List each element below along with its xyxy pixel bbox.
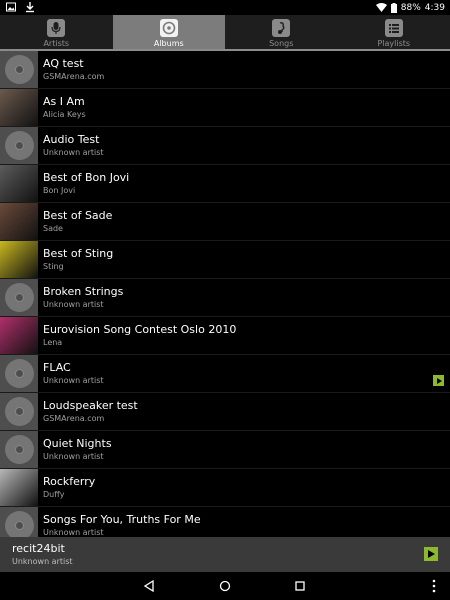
album-title: Loudspeaker test — [43, 399, 138, 412]
album-title: Quiet Nights — [43, 437, 112, 450]
album-text: Broken Strings Unknown artist — [43, 285, 123, 310]
album-title: AQ test — [43, 57, 84, 70]
album-artist: Alicia Keys — [43, 110, 86, 119]
album-row[interactable]: Audio Test Unknown artist — [0, 127, 450, 165]
album-text: Audio Test Unknown artist — [43, 133, 104, 158]
album-placeholder-icon — [0, 279, 38, 316]
album-row[interactable]: Songs For You, Truths For Me Unknown arti… — [0, 507, 450, 537]
album-row[interactable]: As I Am Alicia Keys — [0, 89, 450, 127]
album-row[interactable]: Broken Strings Unknown artist — [0, 279, 450, 317]
album-text: Best of Bon Jovi Bon Jovi — [43, 171, 129, 196]
album-placeholder-icon — [0, 393, 38, 430]
overflow-menu-icon[interactable] — [426, 578, 442, 594]
album-list[interactable]: AQ test GSMArena.com As I Am Alicia Keys Aud… — [0, 51, 450, 537]
album-title: As I Am — [43, 95, 85, 108]
microphone-icon — [47, 19, 66, 37]
album-text: Loudspeaker test GSMArena.com — [43, 399, 138, 424]
album-text: Best of Sade Sade — [43, 209, 112, 234]
album-placeholder-icon — [0, 355, 38, 392]
album-artist: Bon Jovi — [43, 186, 76, 195]
tab-albums[interactable]: Albums — [112, 15, 225, 49]
now-playing-indicator-icon — [433, 375, 444, 386]
play-icon — [428, 550, 435, 558]
album-artist: Duffy — [43, 490, 65, 499]
album-cover — [0, 203, 38, 240]
battery-icon — [390, 2, 397, 13]
album-row[interactable]: Best of Sade Sade — [0, 203, 450, 241]
album-row[interactable]: Rockferry Duffy — [0, 469, 450, 507]
album-title: Best of Sting — [43, 247, 114, 260]
navigation-bar — [0, 572, 450, 600]
album-row[interactable]: Best of Sting Sting — [0, 241, 450, 279]
album-text: Songs For You, Truths For Me Unknown arti… — [43, 513, 201, 537]
album-placeholder-icon — [0, 507, 38, 537]
album-title: Best of Sade — [43, 209, 113, 222]
back-icon[interactable] — [141, 578, 157, 594]
status-bar: 88% 4:39 — [0, 0, 450, 15]
tab-songs[interactable]: Songs — [225, 15, 338, 49]
album-title: Broken Strings — [43, 285, 124, 298]
album-row[interactable]: Loudspeaker test GSMArena.com — [0, 393, 450, 431]
album-artist: Sting — [43, 262, 64, 271]
album-cover — [0, 89, 38, 126]
album-row[interactable]: FLAC Unknown artist — [0, 355, 450, 393]
tab-label: Albums — [153, 39, 184, 48]
download-icon — [26, 2, 34, 13]
album-text: AQ test GSMArena.com — [43, 57, 104, 82]
album-title: FLAC — [43, 361, 71, 374]
recents-icon[interactable] — [292, 578, 308, 594]
album-title: Eurovision Song Contest Oslo 2010 — [43, 323, 237, 336]
album-row[interactable]: AQ test GSMArena.com — [0, 51, 450, 89]
home-icon[interactable] — [217, 578, 233, 594]
album-placeholder-icon — [0, 431, 38, 468]
album-placeholder-icon — [0, 51, 38, 88]
disc-icon — [159, 19, 178, 37]
album-artist: GSMArena.com — [43, 72, 105, 81]
album-text: Eurovision Song Contest Oslo 2010 Lena — [43, 323, 236, 348]
album-text: As I Am Alicia Keys — [43, 95, 86, 120]
album-title: Rockferry — [43, 475, 96, 488]
album-title: Audio Test — [43, 133, 100, 146]
album-artist: Unknown artist — [43, 300, 104, 309]
music-note-icon — [272, 19, 291, 37]
album-placeholder-icon — [0, 127, 38, 164]
now-playing-bar[interactable]: recit24bit Unknown artist — [0, 537, 450, 572]
album-text: Rockferry Duffy — [43, 475, 95, 500]
clock: 4:39 — [424, 2, 445, 13]
album-artist: Unknown artist — [43, 528, 104, 537]
album-artist: Unknown artist — [43, 148, 104, 157]
album-text: Best of Sting Sting — [43, 247, 113, 272]
play-button[interactable] — [424, 547, 438, 561]
album-row[interactable]: Eurovision Song Contest Oslo 2010 Lena — [0, 317, 450, 355]
album-row[interactable]: Best of Bon Jovi Bon Jovi — [0, 165, 450, 203]
album-text: FLAC Unknown artist — [43, 361, 104, 386]
album-cover — [0, 469, 38, 506]
wifi-icon — [375, 3, 387, 12]
tab-label: Playlists — [377, 39, 411, 48]
battery-percent: 88% — [400, 2, 421, 13]
album-title: Songs For You, Truths For Me — [43, 513, 201, 526]
album-artist: Unknown artist — [43, 452, 104, 461]
album-cover — [0, 317, 38, 354]
gallery-icon — [6, 2, 16, 12]
album-title: Best of Bon Jovi — [43, 171, 130, 184]
now-playing-title: recit24bit — [12, 542, 65, 555]
album-cover — [0, 165, 38, 202]
tab-artists[interactable]: Artists — [0, 15, 113, 49]
album-artist: Unknown artist — [43, 376, 104, 385]
album-row[interactable]: Quiet Nights Unknown artist — [0, 431, 450, 469]
album-artist: Lena — [43, 338, 63, 347]
playlist-icon — [384, 19, 403, 37]
album-artist: Sade — [43, 224, 63, 233]
tab-playlists[interactable]: Playlists — [338, 15, 450, 49]
library-tabs: Artists Albums Songs Playlists — [0, 15, 450, 51]
tab-label: Artists — [43, 39, 70, 48]
tab-label: Songs — [269, 39, 294, 48]
album-cover — [0, 241, 38, 278]
album-artist: GSMArena.com — [43, 414, 105, 423]
now-playing-artist: Unknown artist — [12, 557, 73, 566]
album-text: Quiet Nights Unknown artist — [43, 437, 112, 462]
